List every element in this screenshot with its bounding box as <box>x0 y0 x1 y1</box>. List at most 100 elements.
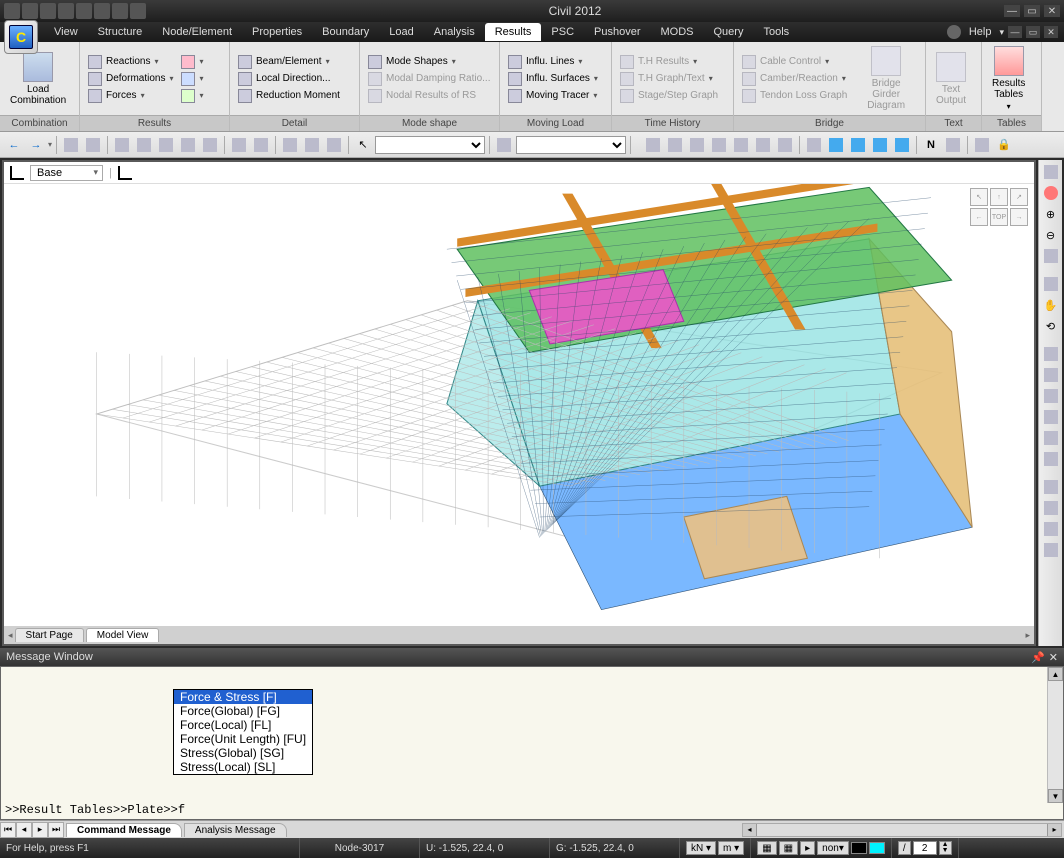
tb-icon-6[interactable] <box>178 135 198 155</box>
status-spin-up[interactable]: ▲▼ <box>939 841 952 855</box>
msg-tab-first[interactable]: ⏮ <box>0 822 16 838</box>
chevron-down-icon[interactable]: ▾ <box>999 27 1004 38</box>
status-slash[interactable]: / <box>898 841 911 855</box>
qat-print-icon[interactable] <box>94 3 110 19</box>
view-cube-e[interactable]: → <box>1010 208 1028 226</box>
tb-icon-12[interactable] <box>324 135 344 155</box>
rt-icon-10[interactable] <box>1041 365 1061 385</box>
autocomplete-item[interactable]: Force(Global) [FG] <box>174 704 312 718</box>
tb-fwd-icon[interactable]: → <box>26 135 46 155</box>
tb-icon-21[interactable] <box>804 135 824 155</box>
model-canvas[interactable]: ↖ ↑ ↗ ← TOP → <box>4 184 1034 644</box>
autocomplete-item[interactable]: Force(Unit Length) [FU] <box>174 732 312 746</box>
rt-icon-2[interactable] <box>1041 183 1061 203</box>
tb-back-icon[interactable]: ← <box>4 135 24 155</box>
menu-analysis[interactable]: Analysis <box>424 23 485 41</box>
tab-start-page[interactable]: Start Page <box>15 628 84 642</box>
tb-icon-3[interactable] <box>112 135 132 155</box>
message-window-title-bar[interactable]: Message Window 📌 ✕ <box>0 648 1064 666</box>
rt-zoom-in-icon[interactable]: ⊕ <box>1041 204 1061 224</box>
menu-psc[interactable]: PSC <box>541 23 584 41</box>
menu-load[interactable]: Load <box>379 23 423 41</box>
qat-saveall-icon[interactable] <box>76 3 92 19</box>
qat-new-icon[interactable] <box>4 3 20 19</box>
command-line[interactable]: >>Result Tables>>Plate>>f <box>5 803 1059 819</box>
view-cube-ne[interactable]: ↗ <box>1010 188 1028 206</box>
tb-icon-15[interactable] <box>665 135 685 155</box>
deformations-button[interactable]: Deformations▾ <box>86 71 175 87</box>
rt-icon-15[interactable] <box>1041 477 1061 497</box>
window-minimize-button[interactable]: — <box>1004 5 1020 17</box>
menu-properties[interactable]: Properties <box>242 23 312 41</box>
msg-tab-next[interactable]: ▸ <box>32 822 48 838</box>
menu-view[interactable]: View <box>44 23 88 41</box>
tb-icon-20[interactable] <box>775 135 795 155</box>
app-logo[interactable]: C <box>4 20 38 54</box>
rt-icon-17[interactable] <box>1041 519 1061 539</box>
tb-icon-26[interactable] <box>943 135 963 155</box>
unit-length-combo[interactable]: m ▾ <box>718 841 744 855</box>
mdi-minimize-button[interactable]: — <box>1008 26 1022 38</box>
beam-element-button[interactable]: Beam/Element▾ <box>236 54 342 70</box>
tab-model-view[interactable]: Model View <box>86 628 160 642</box>
tb-icon-11[interactable] <box>302 135 322 155</box>
menu-tools[interactable]: Tools <box>753 23 799 41</box>
menu-boundary[interactable]: Boundary <box>312 23 379 41</box>
tb-icon-22[interactable] <box>826 135 846 155</box>
status-color-2[interactable] <box>869 842 885 854</box>
view-cube-w[interactable]: ← <box>970 208 988 226</box>
menu-mods[interactable]: MODS <box>651 23 704 41</box>
tb-icon-10[interactable] <box>280 135 300 155</box>
rt-icon-18[interactable] <box>1041 540 1061 560</box>
moving-tracer-button[interactable]: Moving Tracer▾ <box>506 88 600 104</box>
tb-icon-17[interactable] <box>709 135 729 155</box>
menu-structure[interactable]: Structure <box>88 23 153 41</box>
tb-icon-9[interactable] <box>251 135 271 155</box>
gear-icon[interactable] <box>947 25 961 39</box>
rt-icon-11[interactable] <box>1041 386 1061 406</box>
status-btn-3[interactable]: ▸ <box>800 841 815 855</box>
tb-icon-19[interactable] <box>753 135 773 155</box>
tb-icon-2[interactable] <box>83 135 103 155</box>
results-tables-button[interactable]: Results Tables▾ <box>988 44 1029 113</box>
tb-icon-4[interactable] <box>134 135 154 155</box>
window-maximize-button[interactable]: ▭ <box>1024 5 1040 17</box>
tab-command-message[interactable]: Command Message <box>66 823 182 837</box>
tb-icon-14[interactable] <box>643 135 663 155</box>
qat-open-icon[interactable] <box>22 3 38 19</box>
rt-icon-16[interactable] <box>1041 498 1061 518</box>
tb-icon-27[interactable] <box>972 135 992 155</box>
base-combo[interactable]: Base <box>30 165 103 181</box>
status-value-input[interactable] <box>913 841 937 855</box>
view-cube-nw[interactable]: ↖ <box>970 188 988 206</box>
tb-filter-combo[interactable] <box>516 136 626 154</box>
tb-icon-25[interactable] <box>892 135 912 155</box>
mdi-restore-button[interactable]: ▭ <box>1026 26 1040 38</box>
mdi-close-button[interactable]: ✕ <box>1044 26 1058 38</box>
tb-icon-16[interactable] <box>687 135 707 155</box>
autocomplete-item[interactable]: Stress(Global) [SG] <box>174 746 312 760</box>
autocomplete-item[interactable]: Stress(Local) [SL] <box>174 760 312 774</box>
local-direction-button[interactable]: Local Direction... <box>236 71 342 87</box>
tb-icon-1[interactable] <box>61 135 81 155</box>
menu-query[interactable]: Query <box>704 23 754 41</box>
tb-selection-combo[interactable] <box>375 136 485 154</box>
tb-lock-icon[interactable]: 🔒 <box>994 135 1014 155</box>
qat-undo-icon[interactable] <box>130 3 146 19</box>
status-color-1[interactable] <box>851 842 867 854</box>
rt-zoom-out-icon[interactable]: ⊖ <box>1041 225 1061 245</box>
rt-icon-14[interactable] <box>1041 449 1061 469</box>
msg-hscroll[interactable]: ◂ ▸ <box>742 823 1062 837</box>
doc-tab-scroll-right[interactable]: ▸ <box>1025 630 1030 641</box>
pin-icon[interactable]: 📌 <box>1031 651 1045 664</box>
message-body[interactable]: Force & Stress [F] Force(Global) [FG] Fo… <box>0 666 1064 820</box>
rt-zoom-fit-icon[interactable] <box>1041 246 1061 266</box>
msg-vscrollbar[interactable]: ▲▼ <box>1047 667 1063 803</box>
forces-button[interactable]: Forces▾ <box>86 88 175 104</box>
tb-cursor-icon[interactable]: ↖ <box>353 135 373 155</box>
autocomplete-item[interactable]: Force & Stress [F] <box>174 690 312 704</box>
influ-lines-button[interactable]: Influ. Lines▾ <box>506 54 600 70</box>
tb-icon-23[interactable] <box>848 135 868 155</box>
results-icon-2[interactable]: ▾ <box>179 71 205 87</box>
tb-icon-8[interactable] <box>229 135 249 155</box>
